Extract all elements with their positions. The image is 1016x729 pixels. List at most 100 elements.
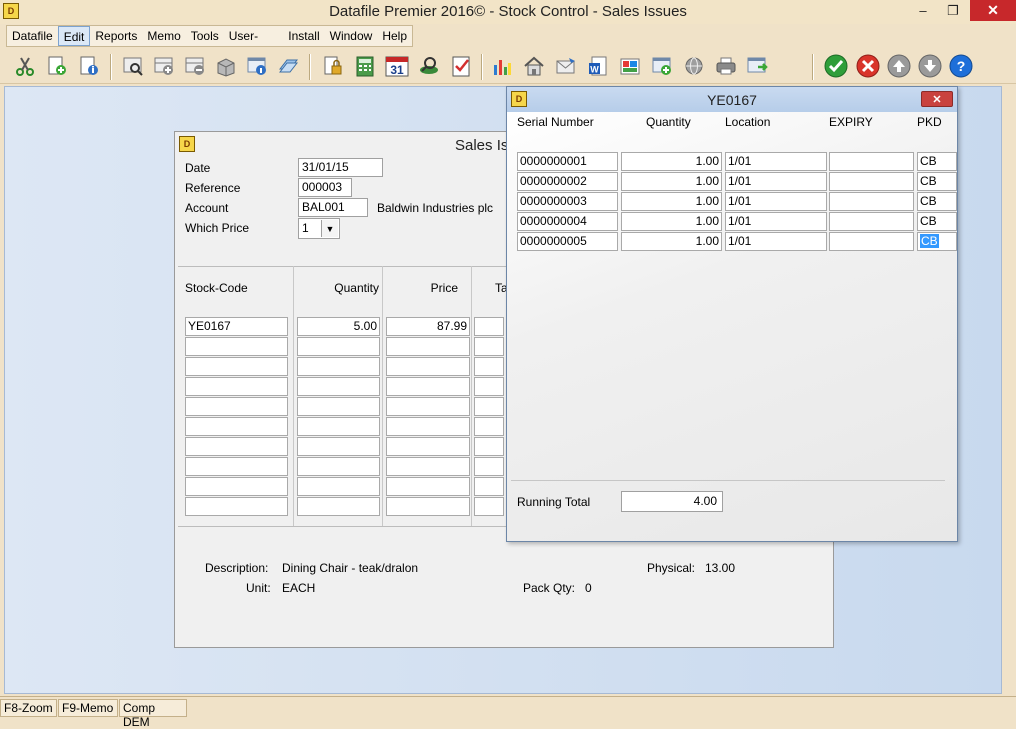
tax-cell[interactable] bbox=[474, 437, 504, 456]
archive-icon[interactable] bbox=[213, 53, 239, 79]
serial-quantity-cell[interactable]: 1.00 bbox=[621, 212, 722, 231]
date-field[interactable]: 31/01/15 bbox=[298, 158, 383, 177]
serial-number-cell[interactable]: 0000000001 bbox=[517, 152, 618, 171]
account-field[interactable]: BAL001 bbox=[298, 198, 368, 217]
quantity-cell[interactable] bbox=[297, 337, 380, 356]
stock-code-cell[interactable]: YE0167 bbox=[185, 317, 288, 336]
stock-code-cell[interactable] bbox=[185, 397, 288, 416]
quantity-cell[interactable] bbox=[297, 497, 380, 516]
serial-pkd-cell[interactable]: CB bbox=[917, 192, 957, 211]
quantity-cell[interactable] bbox=[297, 357, 380, 376]
stock-code-cell[interactable] bbox=[185, 377, 288, 396]
quantity-cell[interactable]: 5.00 bbox=[297, 317, 380, 336]
stock-code-header[interactable]: Stock-Code bbox=[185, 281, 248, 295]
info-icon[interactable] bbox=[76, 53, 102, 79]
stock-code-cell[interactable] bbox=[185, 337, 288, 356]
gallery-icon[interactable] bbox=[617, 53, 643, 79]
calculator-icon[interactable] bbox=[352, 53, 378, 79]
stock-code-cell[interactable] bbox=[185, 477, 288, 496]
word-icon[interactable]: W bbox=[585, 53, 611, 79]
serial-expiry-cell[interactable] bbox=[829, 232, 914, 251]
remove-row-icon[interactable] bbox=[182, 53, 208, 79]
globe-icon[interactable] bbox=[681, 53, 707, 79]
price-cell[interactable] bbox=[386, 497, 470, 516]
quantity-cell[interactable] bbox=[297, 457, 380, 476]
printer-icon[interactable] bbox=[713, 53, 739, 79]
quantity-cell[interactable] bbox=[297, 477, 380, 496]
serial-pkd-cell[interactable]: CB bbox=[917, 152, 957, 171]
serial-number-cell[interactable]: 0000000004 bbox=[517, 212, 618, 231]
quantity-cell[interactable] bbox=[297, 397, 380, 416]
tax-cell[interactable] bbox=[474, 477, 504, 496]
price-header[interactable]: Price bbox=[386, 281, 458, 295]
price-cell[interactable] bbox=[386, 357, 470, 376]
serial-quantity-cell[interactable]: 1.00 bbox=[621, 192, 722, 211]
serial-location-cell[interactable]: 1/01 bbox=[725, 232, 827, 251]
price-cell[interactable] bbox=[386, 417, 470, 436]
price-cell[interactable] bbox=[386, 337, 470, 356]
which-price-select[interactable]: 1 ▼ bbox=[298, 218, 340, 239]
stack-icon[interactable] bbox=[275, 53, 301, 79]
serial-close-button[interactable]: ✕ bbox=[921, 91, 953, 107]
price-cell[interactable] bbox=[386, 477, 470, 496]
quantity-cell[interactable] bbox=[297, 417, 380, 436]
serial-location-cell[interactable]: 1/01 bbox=[725, 152, 827, 171]
reference-field[interactable]: 000003 bbox=[298, 178, 352, 197]
find-icon[interactable] bbox=[120, 53, 146, 79]
menu-edit[interactable]: Edit bbox=[57, 26, 91, 46]
serial-quantity-cell[interactable]: 1.00 bbox=[621, 152, 722, 171]
checklist-icon[interactable] bbox=[448, 53, 474, 79]
add-window-icon[interactable] bbox=[649, 53, 675, 79]
serial-quantity-cell[interactable]: 1.00 bbox=[621, 232, 722, 251]
price-cell[interactable] bbox=[386, 377, 470, 396]
minimize-button[interactable]: – bbox=[908, 0, 938, 21]
menu-help[interactable]: Help bbox=[377, 26, 412, 46]
new-record-icon[interactable] bbox=[44, 53, 70, 79]
serial-number-cell[interactable]: 0000000005 bbox=[517, 232, 618, 251]
menu-tools[interactable]: Tools bbox=[186, 26, 224, 46]
tax-cell[interactable] bbox=[474, 317, 504, 336]
tax-cell[interactable] bbox=[474, 417, 504, 436]
calendar-icon[interactable]: 31 bbox=[384, 53, 410, 79]
export-icon[interactable] bbox=[745, 53, 771, 79]
menu-datafile[interactable]: Datafile bbox=[7, 26, 58, 46]
cancel-icon[interactable] bbox=[855, 53, 881, 79]
report-info-icon[interactable] bbox=[244, 53, 270, 79]
serial-expiry-cell[interactable] bbox=[829, 152, 914, 171]
serial-number-cell[interactable]: 0000000002 bbox=[517, 172, 618, 191]
serial-expiry-cell[interactable] bbox=[829, 172, 914, 191]
menu-window[interactable]: Window bbox=[325, 26, 378, 46]
serial-expiry-cell[interactable] bbox=[829, 212, 914, 231]
chart-icon[interactable] bbox=[489, 53, 515, 79]
stock-code-cell[interactable] bbox=[185, 457, 288, 476]
price-cell[interactable] bbox=[386, 457, 470, 476]
serial-number-header[interactable]: Serial Number bbox=[517, 115, 594, 129]
quantity-header[interactable]: Quantity bbox=[297, 281, 379, 295]
tax-cell[interactable] bbox=[474, 497, 504, 516]
tax-cell[interactable] bbox=[474, 377, 504, 396]
chevron-down-icon[interactable]: ▼ bbox=[321, 220, 338, 237]
menu-user-routines[interactable]: User-Routines bbox=[224, 26, 284, 63]
stock-code-cell[interactable] bbox=[185, 437, 288, 456]
help-icon[interactable]: ? bbox=[948, 53, 974, 79]
f8-zoom-button[interactable]: F8-Zoom bbox=[0, 699, 57, 717]
serial-quantity-cell[interactable]: 1.00 bbox=[621, 172, 722, 191]
serial-location-cell[interactable]: 1/01 bbox=[725, 172, 827, 191]
menu-memo[interactable]: Memo bbox=[142, 26, 185, 46]
ok-icon[interactable] bbox=[823, 53, 849, 79]
close-button[interactable]: ✕ bbox=[970, 0, 1016, 21]
serial-pkd-cell[interactable]: CB bbox=[917, 232, 957, 251]
menu-reports[interactable]: Reports bbox=[90, 26, 142, 46]
tax-cell[interactable] bbox=[474, 457, 504, 476]
price-cell[interactable] bbox=[386, 397, 470, 416]
add-row-icon[interactable] bbox=[151, 53, 177, 79]
quantity-cell[interactable] bbox=[297, 377, 380, 396]
tax-cell[interactable] bbox=[474, 337, 504, 356]
stock-code-cell[interactable] bbox=[185, 417, 288, 436]
stock-code-cell[interactable] bbox=[185, 497, 288, 516]
tax-cell[interactable] bbox=[474, 357, 504, 376]
quantity-cell[interactable] bbox=[297, 437, 380, 456]
serial-pkd-header[interactable]: PKD bbox=[917, 115, 942, 129]
serial-location-header[interactable]: Location bbox=[725, 115, 770, 129]
price-cell[interactable] bbox=[386, 437, 470, 456]
